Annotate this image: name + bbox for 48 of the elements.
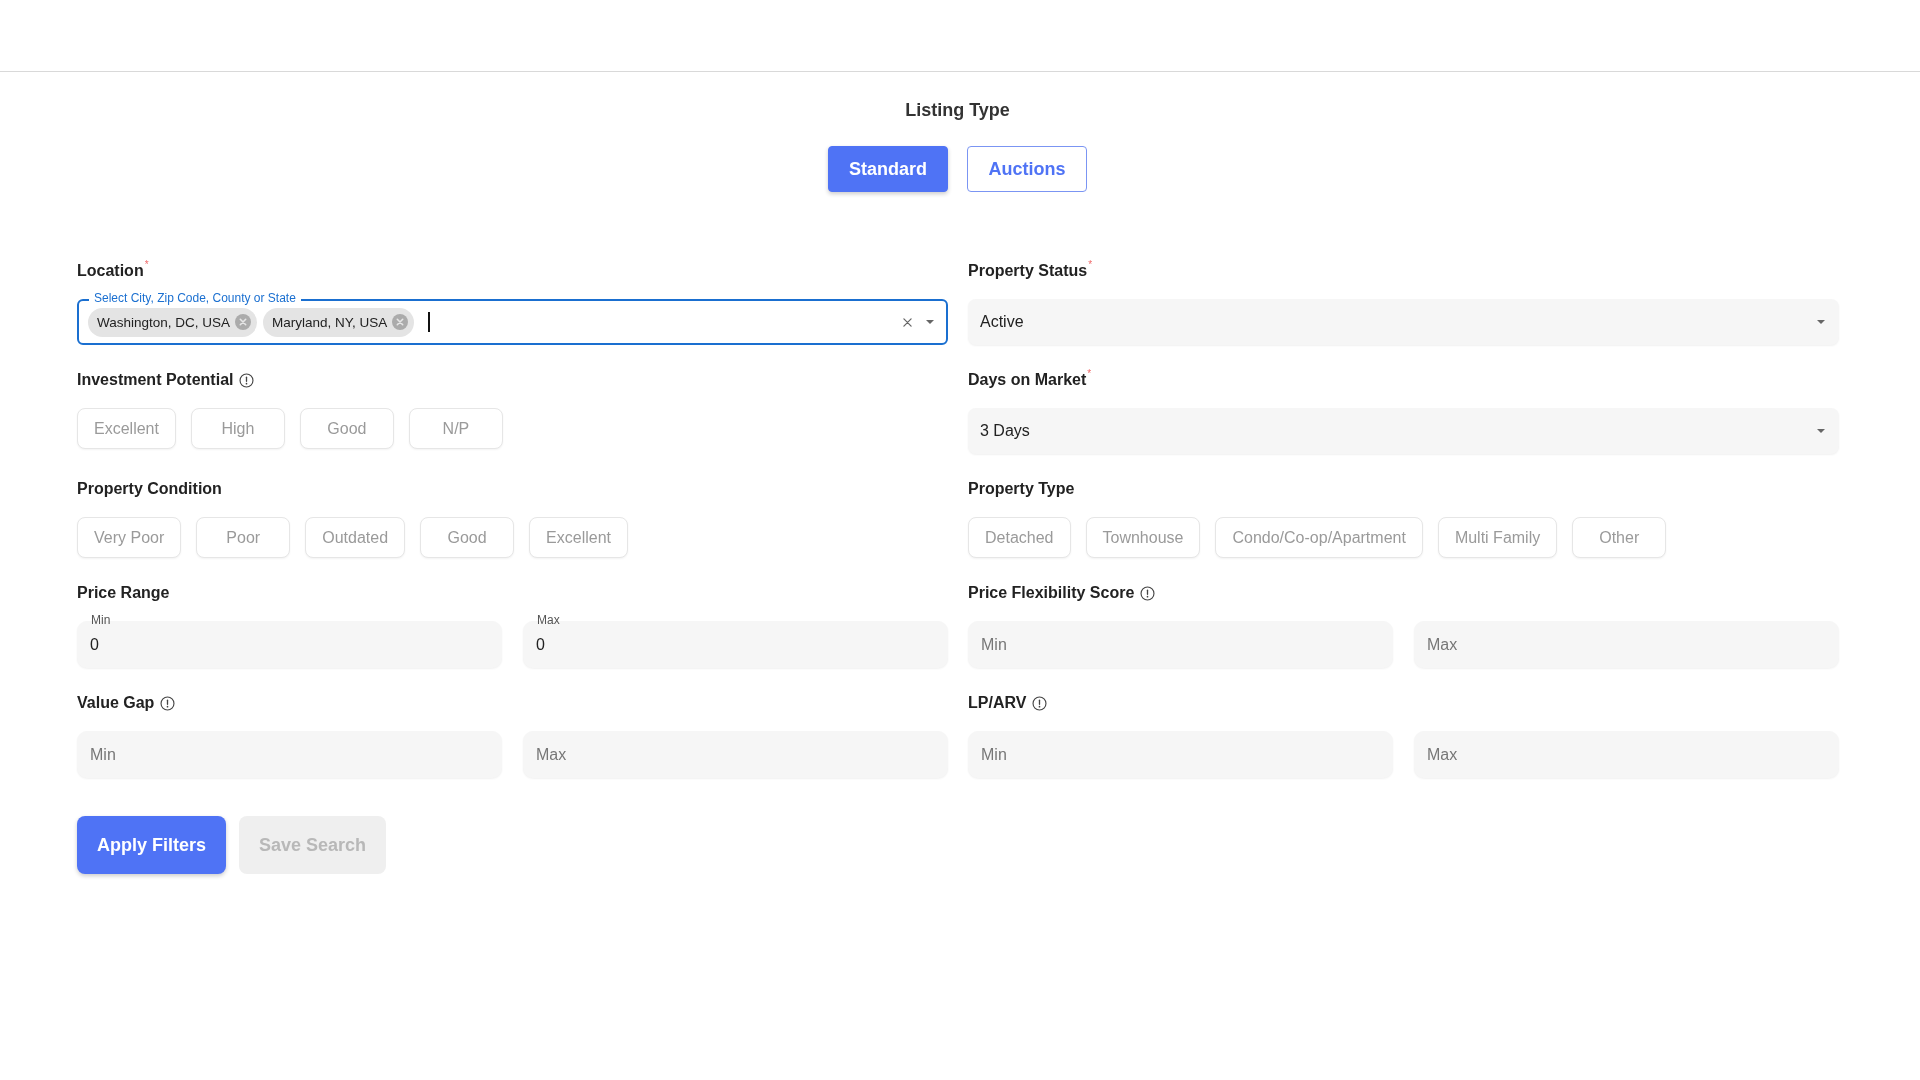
clear-icon[interactable] (903, 317, 912, 327)
field-label: Value Gap (77, 694, 155, 712)
option-chip[interactable]: Good (420, 517, 515, 558)
field-label: Property Condition (77, 480, 222, 498)
listing-type-tab[interactable]: Auctions (967, 146, 1087, 192)
caret-icon[interactable] (1817, 429, 1825, 433)
info-icon[interactable] (239, 372, 255, 388)
option-chip[interactable]: Excellent (529, 517, 628, 558)
option-chip[interactable]: Outdated (305, 517, 406, 558)
info-icon[interactable] (160, 695, 176, 711)
option-chip[interactable]: Detached (968, 517, 1071, 558)
option-chip[interactable]: Condo/Co-op/Apartment (1215, 517, 1423, 558)
dropdown-select[interactable]: Active (968, 299, 1839, 345)
section-title: Listing Type (905, 99, 1010, 121)
range-input[interactable]: Min (968, 731, 1393, 778)
info-icon[interactable] (1140, 585, 1156, 601)
option-chip[interactable]: Townhouse (1085, 517, 1201, 558)
range-input[interactable]: Min (77, 731, 502, 778)
location-chip[interactable]: Washington, DC, USA (88, 307, 258, 337)
field-label: Days on Market$^{*}$ (968, 371, 1092, 389)
field-floating-label: Select City, Zip Code, County or State (89, 291, 301, 305)
field-label: LP/ARV (968, 694, 1027, 712)
option-chip[interactable]: Excellent (77, 408, 176, 449)
range-input[interactable]: Max (523, 731, 948, 778)
option-chip[interactable]: High (190, 408, 285, 449)
text-cursor-icon (428, 312, 430, 332)
range-input[interactable]: Max (1414, 621, 1839, 668)
field-label: Property Type (968, 480, 1075, 498)
option-chip[interactable]: Multi Family (1437, 517, 1558, 558)
field-label: Location$^{*}$ (77, 262, 149, 280)
caret-icon[interactable] (1817, 320, 1825, 324)
option-chip[interactable]: Other (1572, 517, 1667, 558)
range-input[interactable]: Max (1414, 731, 1839, 778)
info-icon[interactable] (1032, 695, 1048, 711)
field-label: Property Status$^{*}$ (968, 262, 1093, 280)
option-chip[interactable]: Poor (196, 517, 291, 558)
field-label: Price Flexibility Score (968, 584, 1135, 602)
field-label: Investment Potential (77, 371, 234, 389)
option-chip[interactable]: Very Poor (77, 517, 182, 558)
option-chip[interactable]: N/P (408, 408, 503, 449)
option-chip[interactable]: Good (299, 408, 394, 449)
range-input[interactable]: Min (968, 621, 1393, 668)
listing-type-tab[interactable]: Standard (828, 146, 948, 192)
location-chip[interactable]: Maryland, NY, USA (263, 307, 415, 337)
dropdown-select[interactable]: 3 Days (968, 408, 1839, 454)
caret-icon[interactable] (926, 320, 934, 324)
action-button[interactable]: Apply Filters (77, 816, 227, 874)
field-label: Price Range (77, 584, 170, 602)
